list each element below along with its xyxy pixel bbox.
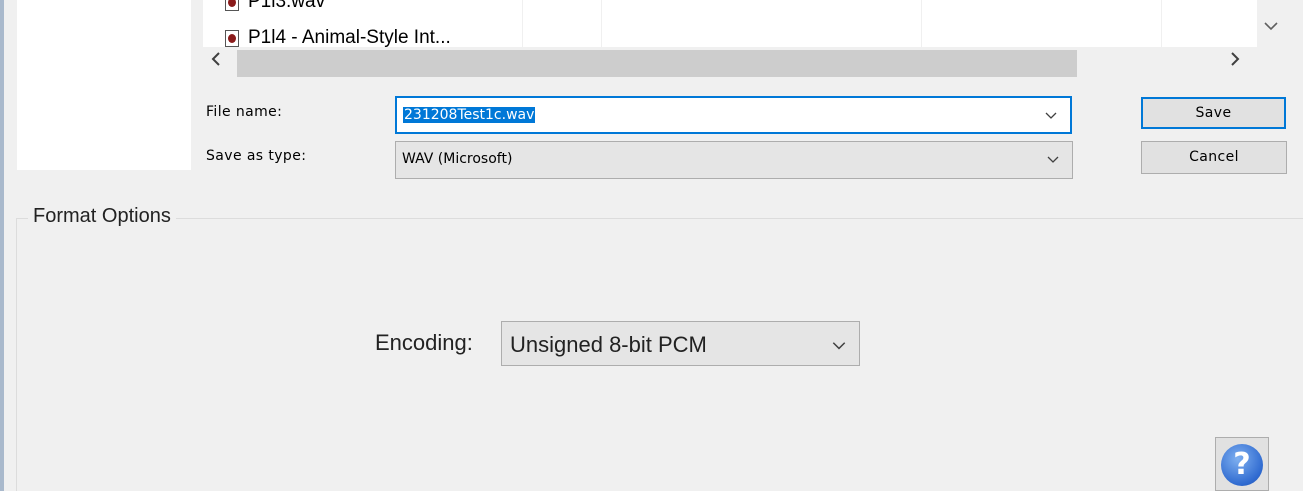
format-options-title: Format Options bbox=[28, 205, 176, 228]
encoding-value: Unsigned 8-bit PCM bbox=[510, 332, 707, 357]
filename-input[interactable]: 231208Test1c.wav bbox=[395, 96, 1072, 134]
wav-file-icon bbox=[225, 0, 239, 11]
scroll-down-icon[interactable] bbox=[1262, 18, 1280, 36]
filetype-select[interactable]: WAV (Microsoft) bbox=[395, 141, 1073, 179]
scrollbar-thumb[interactable] bbox=[237, 50, 1077, 77]
file-list[interactable]: P1l3.wav P1l4 - Animal-Style Int... bbox=[203, 0, 1257, 47]
column-separator bbox=[1161, 0, 1162, 47]
list-item[interactable]: P1l3.wav bbox=[225, 0, 325, 13]
filename-value[interactable]: 231208Test1c.wav bbox=[403, 107, 536, 123]
window-border bbox=[0, 0, 4, 491]
save-button[interactable]: Save bbox=[1141, 97, 1286, 129]
horizontal-scrollbar[interactable] bbox=[203, 47, 1257, 77]
wav-file-icon bbox=[225, 29, 239, 47]
chevron-down-icon[interactable] bbox=[831, 337, 847, 353]
encoding-label: Encoding: bbox=[375, 330, 473, 355]
list-item[interactable]: P1l4 - Animal-Style Int... bbox=[225, 27, 451, 47]
help-icon: ? bbox=[1221, 444, 1263, 486]
chevron-down-icon[interactable] bbox=[1044, 108, 1058, 122]
filetype-value: WAV (Microsoft) bbox=[402, 151, 513, 167]
navigation-pane[interactable] bbox=[17, 0, 191, 170]
file-name: P1l3.wav bbox=[248, 0, 326, 12]
chevron-down-icon[interactable] bbox=[1046, 152, 1060, 166]
column-separator bbox=[601, 0, 602, 47]
file-name: P1l4 - Animal-Style Int... bbox=[248, 27, 451, 47]
column-separator bbox=[522, 0, 523, 47]
scroll-left-icon[interactable] bbox=[211, 51, 221, 72]
column-separator bbox=[921, 0, 922, 47]
filename-label: File name: bbox=[206, 104, 283, 120]
filetype-label: Save as type: bbox=[206, 148, 307, 164]
scroll-right-icon[interactable] bbox=[1230, 51, 1240, 72]
help-button[interactable]: ? bbox=[1215, 437, 1269, 491]
encoding-select[interactable]: Unsigned 8-bit PCM bbox=[501, 321, 860, 366]
cancel-button[interactable]: Cancel bbox=[1141, 141, 1287, 174]
